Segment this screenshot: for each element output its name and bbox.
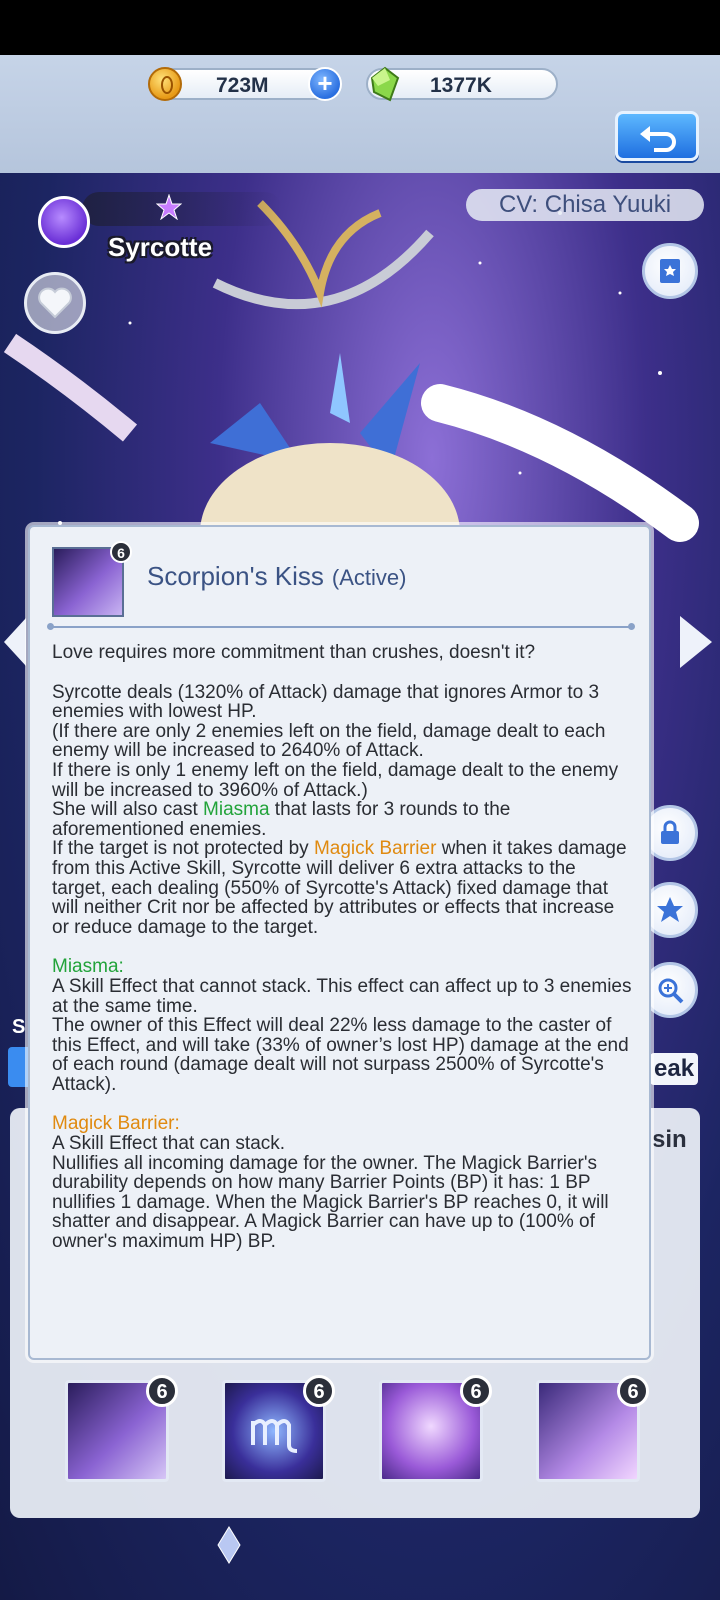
skill-slot-4[interactable]: 6 (536, 1375, 649, 1482)
book-icon (660, 259, 680, 283)
gold-pill: 723M + (148, 67, 342, 101)
magick-barrier-keyword: Magick Barrier (313, 838, 437, 860)
skill-level-badge: 6 (617, 1375, 649, 1407)
rarity-star-icon (156, 194, 182, 220)
green-gem-icon (370, 66, 400, 102)
edge-tab-label[interactable]: eak (650, 1053, 699, 1085)
description-line: If the target is not protected by Magick… (52, 838, 627, 938)
voice-actor-badge: CV: Chisa Yuuki (466, 189, 704, 221)
currency-header (0, 55, 720, 173)
back-button[interactable] (615, 111, 699, 161)
skill-level-badge: 6 (460, 1375, 492, 1407)
skill-type: (Active) (331, 565, 407, 590)
previous-arrow-icon[interactable] (0, 612, 30, 672)
description-line: Syrcotte deals (1320% of Attack) damage … (52, 681, 600, 723)
lock-icon (661, 820, 679, 844)
skill-title: Scorpion's Kiss (Active) (147, 561, 406, 592)
gold-amount: 723M (216, 74, 269, 97)
edge-letter: S (12, 1016, 26, 1038)
skill-slot-1[interactable]: 6 (65, 1375, 178, 1482)
back-arrow-icon (640, 126, 676, 152)
skill-description: Love requires more commitment than crush… (52, 643, 632, 1252)
skill-level-badge: 6 (303, 1375, 335, 1407)
skill-level-badge: 6 (146, 1375, 178, 1407)
skill-tooltip: 6 Scorpion's Kiss (Active) Love requires … (28, 525, 651, 1360)
miasma-title: Miasma: (52, 956, 124, 978)
scorpion-kiss-icon: 6 (52, 541, 132, 617)
add-gold-icon[interactable]: + (308, 67, 342, 101)
next-arrow-icon[interactable] (672, 612, 716, 672)
character-name: Syrcotte (108, 232, 213, 262)
magnify-icon (658, 978, 684, 1004)
skill-level-badge: 6 (110, 541, 132, 563)
description-line: If there is only 1 enemy left on the fie… (52, 759, 619, 801)
side-tab[interactable] (8, 1047, 30, 1087)
miasma-text: A Skill Effect that cannot stack. This e… (52, 975, 632, 1017)
profile-book-button[interactable] (642, 243, 698, 299)
skill-name: Scorpion's Kiss (147, 561, 324, 591)
scorpio-sign-icon (251, 1419, 298, 1453)
barrier-text: Nullifies all incoming damage for the ow… (52, 1152, 609, 1253)
gold-coin-icon (148, 67, 182, 101)
divider (47, 623, 635, 630)
flavor-text: Love requires more commitment than crush… (52, 642, 536, 663)
description-line: (If there are only 2 enemies left on the… (52, 720, 606, 762)
barrier-text: A Skill Effect that can stack. (52, 1133, 286, 1155)
star-icon (657, 897, 683, 922)
skill-slot-2[interactable]: 6 (222, 1375, 335, 1482)
description-line: She will also cast Miasma that lasts for… (52, 799, 511, 840)
gem-amount: 1377K (430, 74, 492, 97)
skill-slot-3[interactable]: 6 (379, 1375, 492, 1482)
miasma-keyword: Miasma (203, 799, 270, 821)
barrier-title: Magick Barrier: (52, 1113, 180, 1135)
miasma-text: The owner of this Effect will deal 22% l… (52, 1015, 629, 1095)
star-element-icon (38, 196, 90, 248)
edge-label: sin (652, 1126, 687, 1153)
name-plate (82, 192, 282, 226)
favorite-heart-button[interactable] (24, 272, 86, 334)
gem-pill: 1377K (366, 66, 558, 102)
bottom-crystal-icon (217, 1526, 241, 1564)
status-bar (0, 0, 720, 55)
heart-icon (38, 287, 72, 319)
